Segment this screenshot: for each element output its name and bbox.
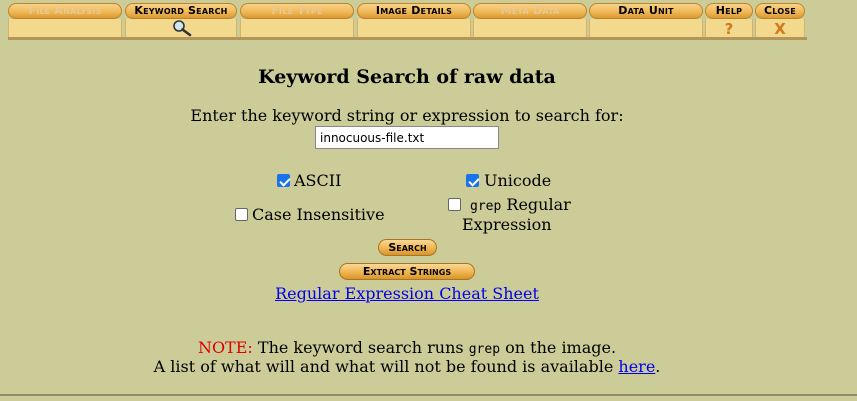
search-button[interactable]: Search	[378, 239, 437, 256]
case-insensitive-label: Case Insensitive	[252, 205, 385, 224]
tab-bar-divider	[8, 37, 807, 40]
tab-meta-data[interactable]: Meta Data	[473, 3, 587, 19]
regex-label-line1: Regular	[506, 195, 571, 214]
ascii-checkbox[interactable]	[277, 174, 290, 187]
note-line2-period: .	[655, 357, 661, 376]
tab-file-analysis[interactable]: File Analysis	[8, 3, 122, 19]
grep-regex-label: grep Regular	[470, 195, 571, 214]
note-line2-text: A list of what will and what will not be…	[153, 357, 614, 376]
note-grep-code: grep	[468, 342, 501, 357]
extract-strings-button[interactable]: Extract Strings	[339, 263, 475, 280]
unicode-checkbox[interactable]	[466, 174, 479, 187]
search-prompt: Enter the keyword string or expression t…	[190, 106, 624, 125]
unicode-label: Unicode	[484, 171, 552, 190]
tab-image-details-strip	[357, 19, 471, 39]
tab-help[interactable]: Help	[705, 3, 753, 19]
page-title: Keyword Search of raw data	[258, 66, 556, 88]
here-link[interactable]: here	[618, 357, 655, 376]
ascii-label: ASCII	[294, 171, 342, 190]
tab-data-unit[interactable]: Data Unit	[589, 3, 703, 19]
tab-close[interactable]: Close	[755, 3, 805, 19]
close-x-icon[interactable]: X	[755, 19, 805, 39]
keyword-search-input[interactable]	[315, 126, 499, 149]
regex-cheat-sheet-link[interactable]: Regular Expression Cheat Sheet	[275, 284, 539, 303]
help-question-icon[interactable]: ?	[705, 19, 753, 39]
tab-file-analysis-strip	[8, 19, 122, 39]
note-line-1: NOTE: The keyword search runs grep on th…	[0, 338, 814, 357]
bottom-divider	[0, 394, 857, 396]
tab-image-details[interactable]: Image Details	[357, 3, 471, 19]
note-text-post: on the image.	[505, 338, 617, 357]
tab-file-type[interactable]: File Type	[240, 3, 354, 19]
regex-label-line2: Expression	[462, 215, 552, 234]
tab-data-unit-strip	[589, 19, 703, 39]
grep-regex-checkbox[interactable]	[448, 198, 461, 211]
grep-code: grep	[470, 199, 502, 214]
cheat-sheet-row: Regular Expression Cheat Sheet	[0, 284, 814, 303]
magnifier-icon	[169, 19, 195, 37]
tab-bar: File Analysis Keyword Search File Type I…	[8, 0, 807, 40]
note-text-pre: The keyword search runs	[257, 338, 464, 357]
tab-meta-data-strip	[473, 19, 587, 39]
tab-file-type-strip	[240, 19, 354, 39]
case-insensitive-checkbox[interactable]	[235, 208, 248, 221]
note-label: NOTE:	[197, 338, 253, 357]
tab-keyword-search[interactable]: Keyword Search	[125, 3, 237, 19]
note-line-2: A list of what will and what will not be…	[0, 357, 814, 376]
